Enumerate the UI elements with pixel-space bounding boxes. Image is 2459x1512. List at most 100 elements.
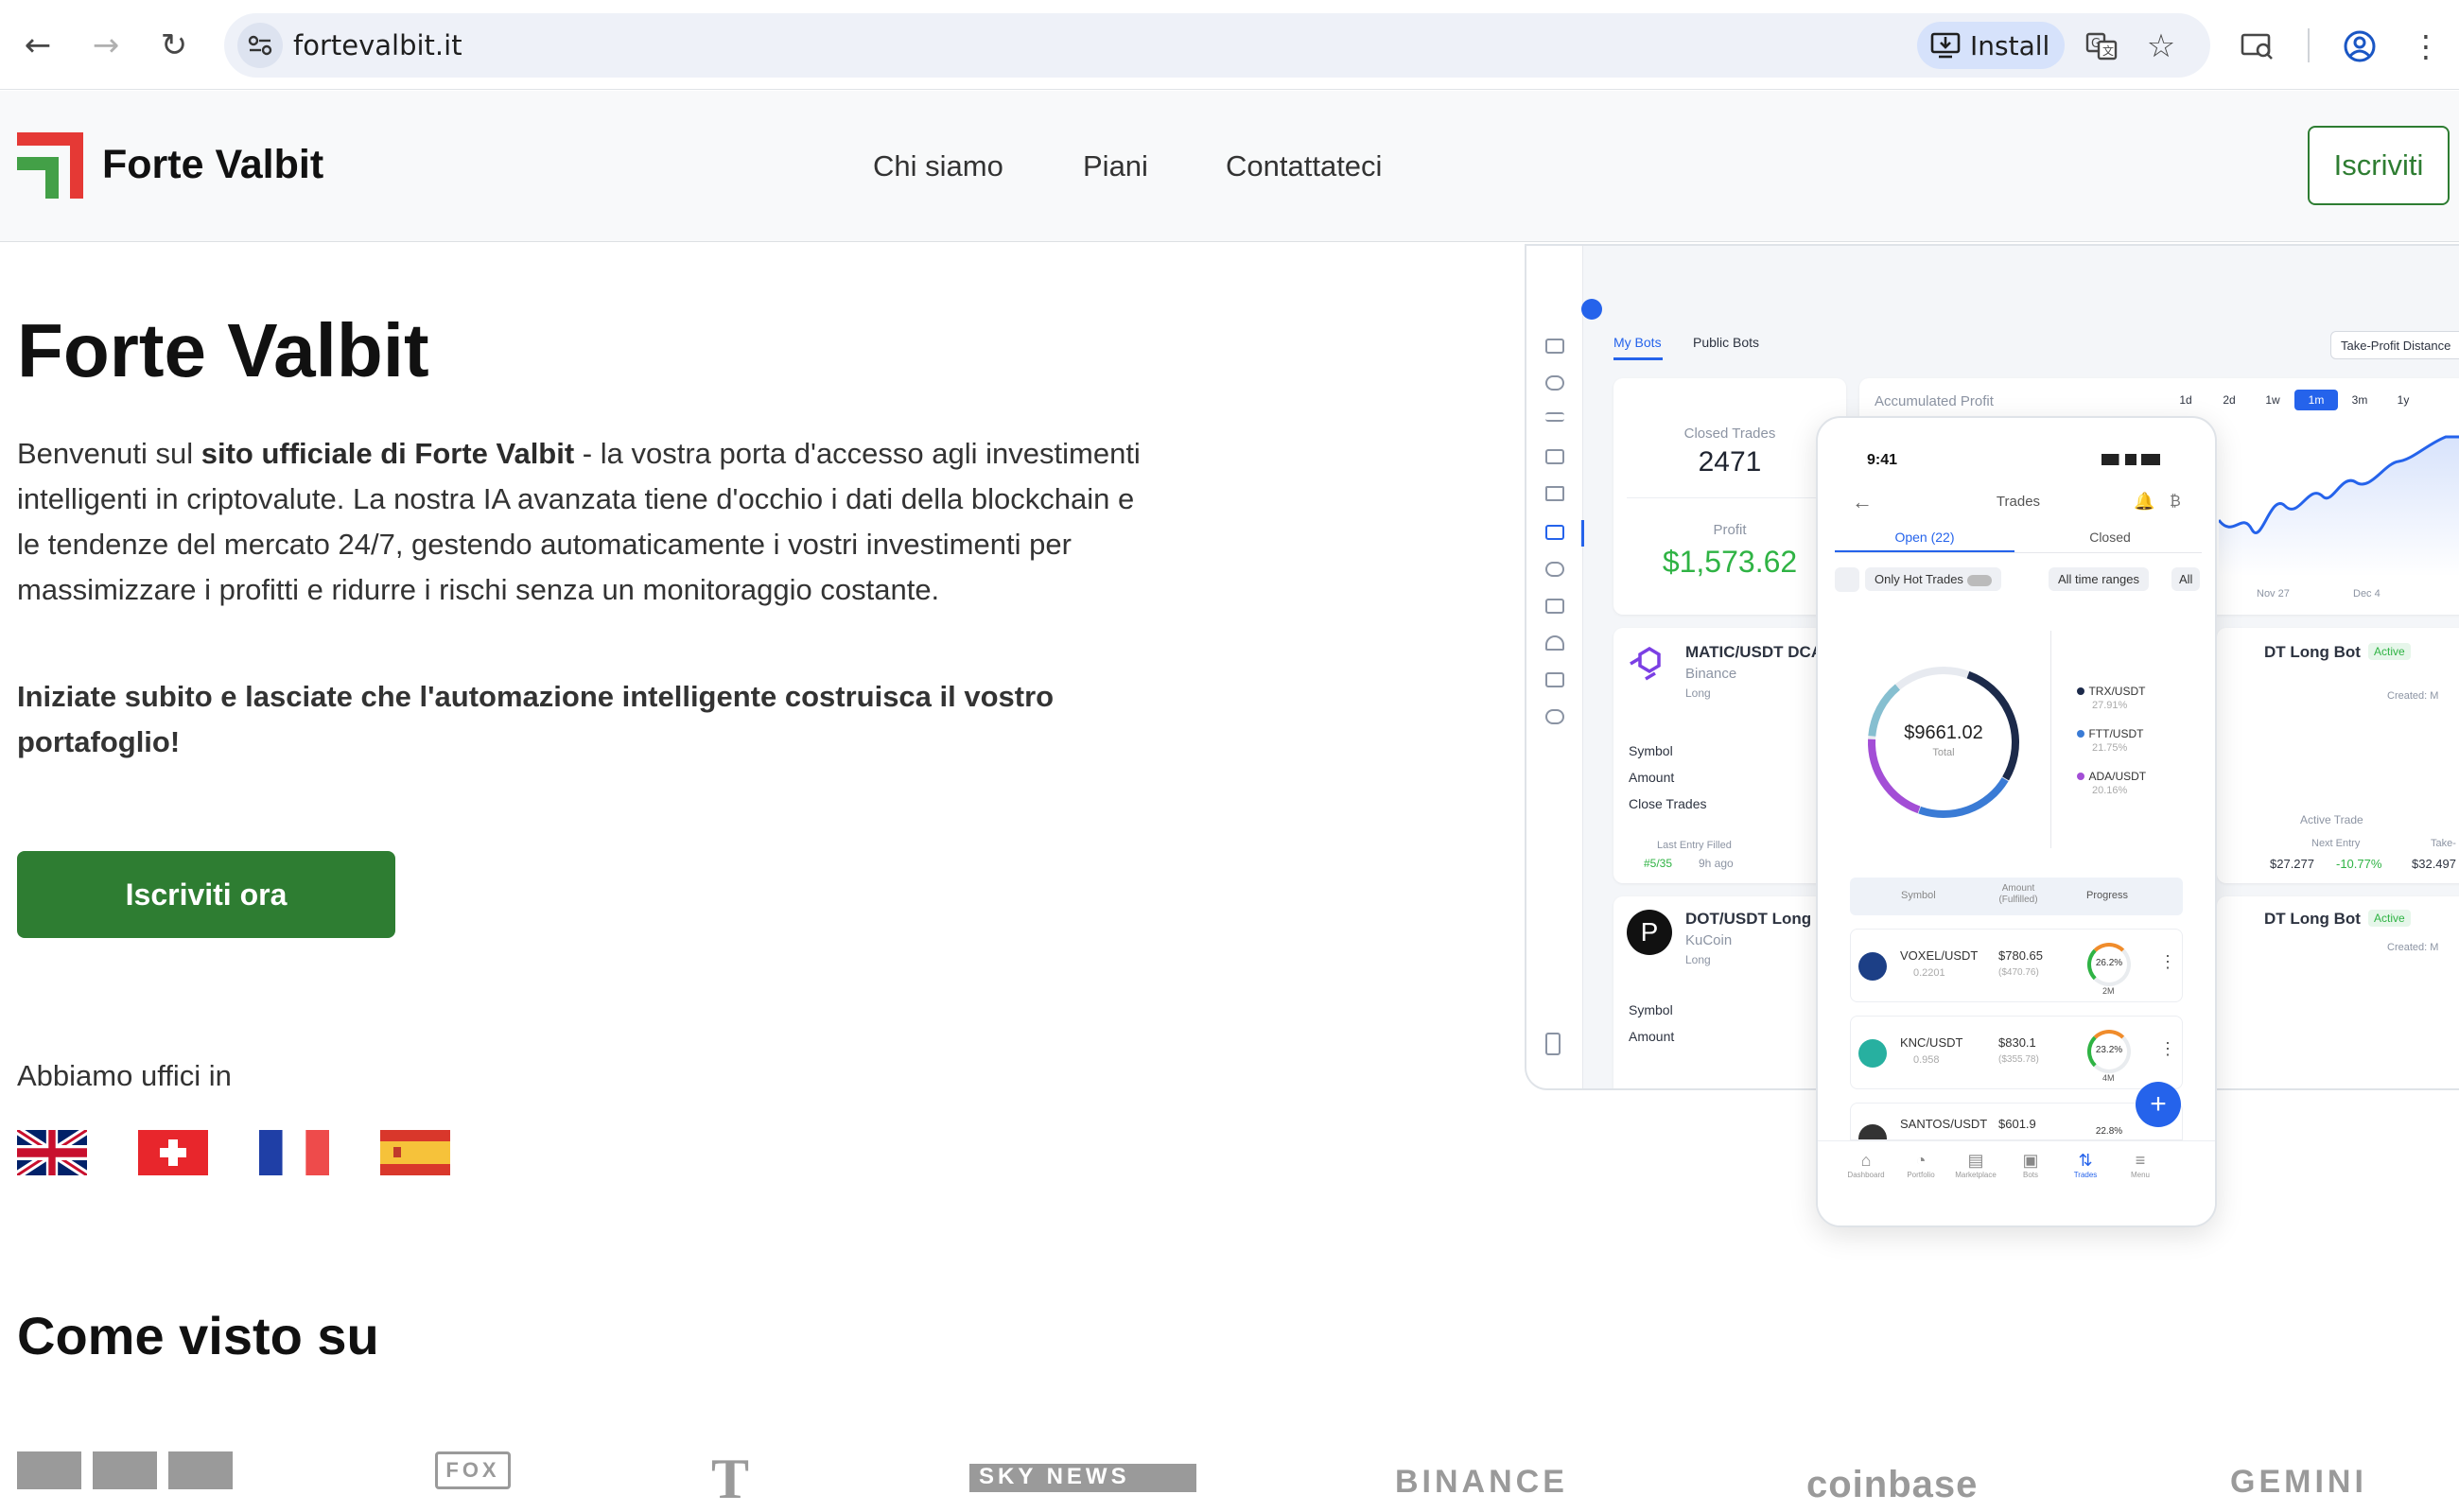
trade1-progress: 26.2% <box>2095 958 2123 968</box>
phone-filter-range: All time ranges <box>2049 567 2149 591</box>
site-info-icon[interactable] <box>237 23 283 68</box>
knc-coin-icon <box>1858 1039 1887 1068</box>
next-entry-value: $27.277 <box>2270 857 2314 871</box>
nav-piani[interactable]: Piani <box>1083 149 1148 183</box>
forward-arrow-icon[interactable]: → <box>81 21 131 70</box>
trade1-more-icon: ⋮ <box>2159 952 2176 971</box>
lens-search-icon[interactable] <box>2234 23 2281 70</box>
trades-icon: ⇅ <box>2078 1151 2093 1170</box>
range-2d: 2d <box>2223 393 2236 407</box>
phone-filter-hot: Only Hot Trades <box>1865 567 2001 591</box>
sidebar-user-icon <box>1545 635 1564 651</box>
legend-ftt-pct: 21.75% <box>2092 742 2128 754</box>
legend-dot-trx <box>2077 687 2084 695</box>
range-1m: 1m <box>2294 390 2338 410</box>
legend-dot-ada <box>2077 773 2084 780</box>
trade3-progress: 22.8% <box>2095 1126 2123 1137</box>
summary-card: Closed Trades 2471 Profit $1,573.62 <box>1613 378 1846 615</box>
tab-my-bots: My Bots <box>1613 335 1662 350</box>
last-entry-label: Last Entry Filled <box>1657 840 1732 851</box>
phone-nav-dashboard: ⌂ Dashboard <box>1839 1151 1893 1179</box>
phone-nav-trades: ⇅ Trades <box>2058 1151 2113 1179</box>
trade1-amount: $780.65 <box>1998 948 2043 963</box>
tab-public-bots: Public Bots <box>1693 335 1760 350</box>
phone-nav-marketplace: ▤ Marketplace <box>1948 1151 2003 1179</box>
range-1w: 1w <box>2265 393 2280 407</box>
phone-head-progress: Progress <box>2086 890 2129 901</box>
logo-icon[interactable] <box>17 132 83 199</box>
translate-icon[interactable]: G文 <box>2078 23 2125 70</box>
sidebar-signal-icon <box>1545 486 1564 501</box>
sidebar-eye-icon <box>1545 562 1564 577</box>
phone-time: 9:41 <box>1867 452 1898 468</box>
right-bot1-name: DT Long Bot <box>2264 643 2361 661</box>
intro-bold: sito ufficiale di Forte Valbit <box>201 437 575 470</box>
phone-tab-divider <box>1835 552 2202 553</box>
sidebar-bots-icon <box>1545 525 1564 540</box>
polygon-icon <box>1630 647 1661 681</box>
right-bot2-name: DT Long Bot <box>2264 910 2361 928</box>
trade2-filled: ($355.78) <box>1998 1054 2039 1065</box>
bot1-exchange: Binance <box>1685 666 1737 682</box>
accumulated-profit-label: Accumulated Profit <box>1875 393 1994 409</box>
phone-trade-row-2: KNC/USDT 0.958 $830.1 ($355.78) 23.2% 4M… <box>1850 1016 2183 1089</box>
bot1-row-amount: Amount <box>1629 770 1675 785</box>
card-divider <box>1627 497 1833 498</box>
phone-legend-item-1: TRX/USDT 27.91% <box>2077 683 2145 711</box>
menu-kebab-icon[interactable]: ⋮ <box>2407 23 2445 70</box>
sidebar-chat-icon <box>1545 449 1564 464</box>
next-entry-change: -10.77% <box>2336 857 2382 871</box>
phone-nav-marketplace-label: Marketplace <box>1955 1171 1997 1179</box>
brand-name[interactable]: Forte Valbit <box>102 142 323 188</box>
phone-nav-portfolio-label: Portfolio <box>1907 1171 1935 1179</box>
sidebar-active-marker <box>1581 520 1584 547</box>
phone-tab-open: Open (22) <box>1894 530 1955 545</box>
right-bot1-created: Created: M <box>2387 690 2439 702</box>
install-label: Install <box>1970 29 2050 61</box>
phone-total-label: Total <box>1932 747 1955 758</box>
nav-contattateci[interactable]: Contattateci <box>1226 149 1382 183</box>
phone-tab-closed: Closed <box>2089 530 2131 545</box>
install-button[interactable]: Install <box>1917 22 2065 69</box>
bot1-row-close: Close Trades <box>1629 796 1707 811</box>
phone-legend-item-2: FTT/USDT 21.75% <box>2077 725 2143 754</box>
profit-label: Profit <box>1713 522 1747 538</box>
signup-now-button[interactable]: Iscriviti ora <box>17 851 395 938</box>
binance-logo: BINANCE <box>1395 1464 1568 1500</box>
sidebar-settings-icon <box>1545 709 1564 724</box>
trade2-more-icon: ⋮ <box>2159 1039 2176 1058</box>
right-bot1-active: Active <box>2368 643 2411 660</box>
santos-coin-icon <box>1858 1124 1887 1139</box>
address-bar[interactable]: fortevalbit.it Install G文 ☆ <box>224 13 2210 78</box>
phone-add-button: + <box>2136 1082 2181 1127</box>
voxel-coin-icon <box>1858 952 1887 981</box>
profile-icon[interactable] <box>2336 23 2383 70</box>
phone-head-symbol: Symbol <box>1901 890 1936 901</box>
next-entry-label: Next Entry <box>2311 838 2361 849</box>
last-entry-time: 9h ago <box>1699 857 1734 870</box>
spain-flag-icon <box>380 1130 450 1175</box>
trade2-amount: $830.1 <box>1998 1035 2036 1050</box>
sidebar-dashboard-icon <box>1545 339 1564 354</box>
right-bot-card-2: DT Long Bot Active Created: M <box>2217 896 2459 1088</box>
bbc-logo <box>17 1451 244 1489</box>
phone-nav-dashboard-label: Dashboard <box>1847 1171 1885 1179</box>
bot2-name: DOT/USDT Long <box>1685 910 1812 928</box>
nav-chi-siamo[interactable]: Chi siamo <box>873 149 1003 183</box>
bot1-row-symbol: Symbol <box>1629 743 1673 758</box>
trade1-symbol: VOXEL/USDT <box>1900 948 1979 963</box>
phone-nav-portfolio: ◔ Portfolio <box>1893 1151 1948 1179</box>
bookmark-star-icon[interactable]: ☆ <box>2137 23 2185 70</box>
closed-trades-label: Closed Trades <box>1683 426 1776 442</box>
takeprofit-select: Take-Profit Distance <box>2330 331 2459 359</box>
url-text[interactable]: fortevalbit.it <box>293 29 462 61</box>
trade1-sub: 0.2201 <box>1913 967 1945 979</box>
back-arrow-icon[interactable]: ← <box>13 21 62 70</box>
reload-icon[interactable]: ↻ <box>149 21 199 70</box>
hamburger-icon: ≡ <box>2135 1151 2146 1170</box>
home-icon: ⌂ <box>1860 1151 1872 1170</box>
phone-filter-all: All <box>2171 567 2201 591</box>
sidebar-toggle-icon <box>1581 299 1602 320</box>
phone-nav-trades-label: Trades <box>2073 1171 2098 1179</box>
signup-button[interactable]: Iscriviti <box>2308 126 2450 205</box>
